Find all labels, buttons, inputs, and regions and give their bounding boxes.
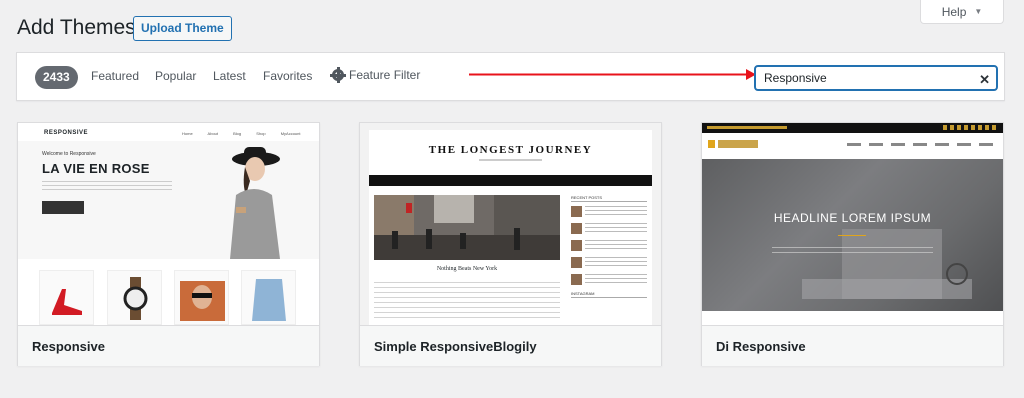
tab-featured[interactable]: Featured [91,69,139,83]
product-shoes [39,270,94,325]
feature-filter-button[interactable]: Feature Filter [330,67,421,83]
preview-page: THE LONGEST JOURNEY Nothing Beats New Yo… [369,130,652,325]
preview-topbar [702,123,1003,133]
tab-popular[interactable]: Popular [155,69,196,83]
preview-text-lines [374,282,560,318]
model-photo [230,147,280,259]
theme-card-responsive[interactable]: RESPONSIVE Home About Blog Shop MyAccoun… [17,122,320,366]
gear-icon [330,67,346,83]
preview-site-title: RESPONSIVE [44,130,89,136]
preview-headline: LA VIE EN ROSE [42,161,150,176]
search-value: Responsive [764,71,827,85]
preview-text-lines [772,247,933,256]
sidebar-heading-instagram: INSTAGRAM [571,291,647,298]
theme-name: Responsive [18,325,319,366]
theme-screenshot[interactable]: RESPONSIVE Home About Blog Shop MyAccoun… [18,123,319,325]
preview-divider [838,235,866,236]
preview-site-title: THE LONGEST JOURNEY [428,144,593,156]
upload-theme-button[interactable]: Upload Theme [133,16,232,41]
theme-count-badge: 2433 [35,66,78,89]
help-button[interactable]: Help ▼ [920,0,1004,24]
preview-button [42,201,84,214]
product-watch [107,270,162,325]
theme-screenshot[interactable]: HEADLINE LOREM IPSUM [702,123,1003,325]
preview-nav [847,143,997,146]
theme-filter-bar: 2433 Featured Popular Latest Favorites F… [16,52,1005,101]
theme-screenshot[interactable]: THE LONGEST JOURNEY Nothing Beats New Yo… [360,123,661,325]
page-title: Add Themes [17,16,136,39]
preview-post-title: Nothing Beats New York [436,266,498,272]
sidebar-heading: RECENT POSTS [571,195,647,202]
help-label: Help [941,4,967,19]
preview-welcome: Welcome to Responsive [42,151,96,157]
annotation-arrow [469,73,749,76]
preview-sidebar: RECENT POSTS INSTAGRAM [571,195,647,302]
product-sunglasses-model [174,270,229,325]
theme-name: Simple ResponsiveBlogily [360,325,661,366]
preview-nav: Home About Blog Shop MyAccount [182,131,301,136]
theme-card-simple-responsiveblogily[interactable]: THE LONGEST JOURNEY Nothing Beats New Yo… [359,122,662,366]
tab-latest[interactable]: Latest [213,69,246,83]
theme-search-input[interactable]: Responsive ✕ [754,65,998,91]
preview-logo [708,140,758,148]
feature-filter-label: Feature Filter [349,68,421,82]
preview-menu-bar [369,175,652,186]
theme-name: Di Responsive [702,325,1003,366]
preview-tagline [479,159,542,161]
product-denim [241,270,296,325]
theme-card-di-responsive[interactable]: HEADLINE LOREM IPSUM Di Responsive [701,122,1004,366]
city-street-photo [374,195,560,260]
close-icon[interactable]: ✕ [979,69,990,91]
preview-text-lines [42,181,172,193]
caret-down-icon: ▼ [974,7,983,16]
preview-headline: HEADLINE LOREM IPSUM [773,211,932,225]
tab-favorites[interactable]: Favorites [263,69,312,83]
